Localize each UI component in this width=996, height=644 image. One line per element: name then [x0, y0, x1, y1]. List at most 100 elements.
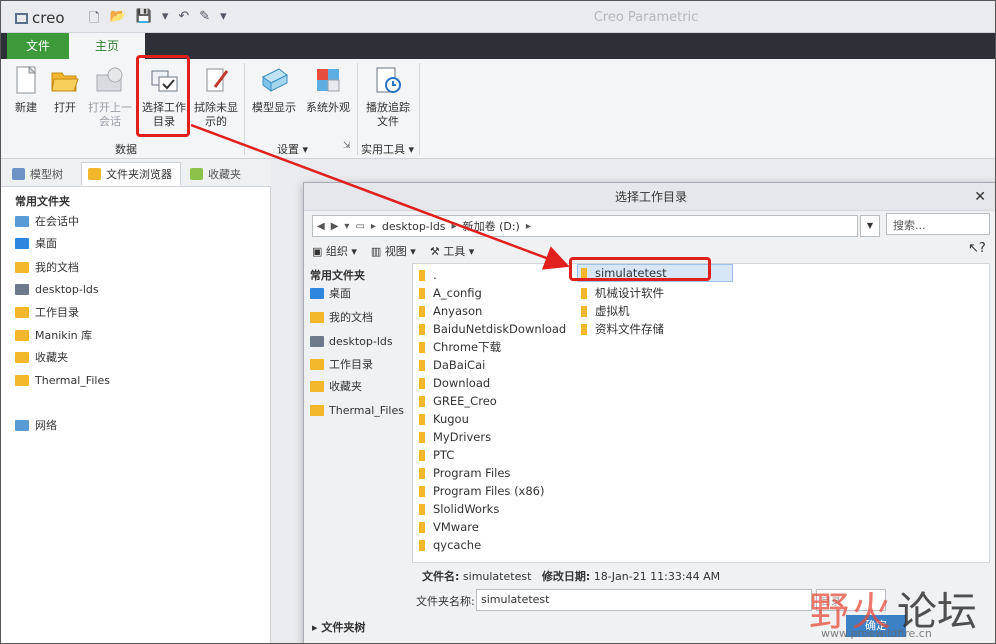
folder-icon	[15, 329, 29, 341]
left-item-manikin-library[interactable]: Manikin 库	[15, 325, 92, 345]
tab-model-tree[interactable]: 模型树	[5, 162, 72, 186]
list-item[interactable]: A_config	[419, 284, 482, 302]
folder-icon	[419, 413, 425, 425]
folder-icon	[419, 431, 425, 443]
list-item[interactable]: GREE_Creo	[419, 392, 497, 410]
star-folder-icon	[310, 380, 324, 392]
system-appearance-button[interactable]: 系统外观	[303, 63, 353, 139]
tab-file[interactable]: 文件	[7, 33, 69, 59]
open-folder-icon	[50, 65, 80, 95]
nav-item-thermal-files[interactable]: Thermal_Files	[310, 400, 404, 420]
settings-launcher-icon[interactable]: ⇲	[343, 141, 351, 151]
breadcrumb-desktop-lds[interactable]: desktop-lds	[382, 220, 446, 233]
folder-icon	[419, 485, 425, 497]
left-item-network[interactable]: 网络	[15, 415, 57, 435]
list-item[interactable]: 虚拟机	[581, 302, 630, 320]
list-item[interactable]: qycache	[419, 536, 481, 554]
tab-folder-browser[interactable]: 文件夹浏览器	[81, 162, 181, 186]
nav-item-working-directory[interactable]: 工作目录	[310, 354, 373, 374]
left-item-desktop-lds[interactable]: desktop-lds	[15, 279, 99, 299]
model-display-button[interactable]: 模型显示	[249, 63, 299, 139]
play-trail-file-button[interactable]: 播放追踪 文件	[363, 63, 413, 139]
list-item[interactable]: Program Files (x86)	[419, 482, 544, 500]
group-settings-label[interactable]: 设置 ▾	[277, 141, 308, 157]
dialog-title: 选择工作目录	[304, 183, 995, 211]
folder-icon	[310, 358, 324, 370]
nav-item-favorites[interactable]: 收藏夹	[310, 376, 362, 396]
list-item[interactable]: VMware	[419, 518, 479, 536]
list-item[interactable]: .	[419, 266, 437, 284]
open-last-session-button[interactable]: 打开上一 会话	[85, 63, 135, 139]
chevron-right-icon: ▸	[370, 220, 376, 232]
ribbon-separator	[357, 63, 358, 155]
list-item[interactable]: 机械设计软件	[581, 284, 664, 302]
nav-item-my-documents[interactable]: 我的文档	[310, 307, 373, 327]
chevron-right-icon: ▸	[525, 220, 531, 232]
folder-browser-icon	[88, 168, 101, 180]
erase-not-displayed-button[interactable]: 拭除未显 示的	[191, 63, 241, 139]
list-item[interactable]: BaiduNetdiskDownload	[419, 320, 566, 338]
list-item[interactable]: Program Files	[419, 464, 510, 482]
tab-home[interactable]: 主页	[69, 33, 145, 59]
list-item[interactable]: MyDrivers	[419, 428, 491, 446]
desktop-icon	[310, 287, 324, 299]
views-menu[interactable]: ▥ 视图 ▾	[371, 243, 416, 259]
watermark-url: www.proewildfire.cn	[821, 627, 932, 640]
new-button[interactable]: 新建	[7, 63, 45, 139]
address-dropdown-icon[interactable]: ▼	[860, 215, 880, 237]
dialog-toolbar: ▣ 组织 ▾ ▥ 视图 ▾ ⚒ 工具 ▾	[312, 241, 988, 261]
folder-icon	[581, 267, 587, 279]
help-pointer-icon[interactable]: ↖?	[968, 241, 986, 256]
forward-icon[interactable]: ▶	[331, 221, 339, 232]
back-icon[interactable]: ◀	[317, 221, 325, 232]
list-item[interactable]: Kugou	[419, 410, 469, 428]
left-item-working-directory[interactable]: 工作目录	[15, 302, 79, 322]
app-window: creo 🗋 📂 💾 ▾ ↶ ✎ ▾ Creo Parametric 文件 主页…	[0, 0, 996, 644]
ribbon-tabs: 文件 主页	[1, 33, 995, 59]
organize-menu[interactable]: ▣ 组织 ▾	[312, 243, 357, 259]
app-title: Creo Parametric	[593, 10, 699, 25]
left-item-thermal-files[interactable]: Thermal_Files	[15, 370, 110, 390]
dialog-close-icon[interactable]: ✕	[974, 183, 986, 211]
dialog-nav-title: 常用文件夹	[310, 269, 365, 282]
folder-icon	[419, 503, 425, 515]
list-item[interactable]: Download	[419, 374, 490, 392]
list-item[interactable]: SlolidWorks	[419, 500, 499, 518]
tools-menu[interactable]: ⚒ 工具 ▾	[430, 243, 474, 259]
favorites-icon	[190, 168, 203, 180]
search-input[interactable]: 搜索...	[886, 213, 990, 235]
tab-favorites[interactable]: 收藏夹	[183, 162, 250, 186]
left-item-favorites[interactable]: 收藏夹	[15, 347, 68, 367]
folder-icon	[581, 323, 587, 335]
address-bar[interactable]: ◀ ▶ ▾ ▭ ▸ desktop-lds ▸ 新加卷 (D:) ▸	[312, 215, 858, 237]
left-item-in-session[interactable]: 在会话中	[15, 211, 79, 231]
folder-tree-toggle[interactable]: ▸ 文件夹树	[312, 619, 365, 635]
star-folder-icon	[15, 351, 29, 363]
list-item[interactable]: DaBaiCai	[419, 356, 485, 374]
list-item[interactable]: 资料文件存储	[581, 320, 664, 338]
breadcrumb-drive-d[interactable]: 新加卷 (D:)	[463, 218, 520, 234]
title-bar: creo 🗋 📂 💾 ▾ ↶ ✎ ▾ Creo Parametric	[1, 1, 995, 33]
folder-name-label: 文件夹名称:	[416, 595, 475, 608]
folder-icon	[581, 287, 587, 299]
select-working-directory-button[interactable]: 选择工作 目录	[139, 63, 189, 139]
nav-item-desktop-lds[interactable]: desktop-lds	[310, 331, 393, 351]
file-info: 文件名: simulatetest 修改日期: 18-Jan-21 11:33:…	[422, 570, 721, 583]
list-item[interactable]: Anyason	[419, 302, 482, 320]
list-item[interactable]: Chrome下载	[419, 338, 501, 356]
group-utilities-label[interactable]: 实用工具 ▾	[361, 141, 414, 157]
file-list: . A_config Anyason BaiduNetdiskDownload …	[412, 263, 990, 563]
list-item[interactable]: PTC	[419, 446, 454, 464]
folder-name-input[interactable]: simulatetest	[476, 589, 812, 611]
computer-icon	[15, 283, 29, 295]
common-folders-title: 常用文件夹	[15, 195, 70, 208]
ribbon-separator	[244, 63, 245, 155]
list-item-selected[interactable]: simulatetest	[577, 264, 733, 282]
left-item-desktop[interactable]: 桌面	[15, 233, 57, 253]
folder-icon	[419, 269, 425, 281]
open-button[interactable]: 打开	[47, 63, 83, 139]
nav-item-desktop[interactable]: 桌面	[310, 283, 351, 303]
history-dropdown-icon[interactable]: ▾	[344, 221, 349, 232]
session-icon	[95, 65, 125, 95]
left-item-my-documents[interactable]: 我的文档	[15, 257, 79, 277]
